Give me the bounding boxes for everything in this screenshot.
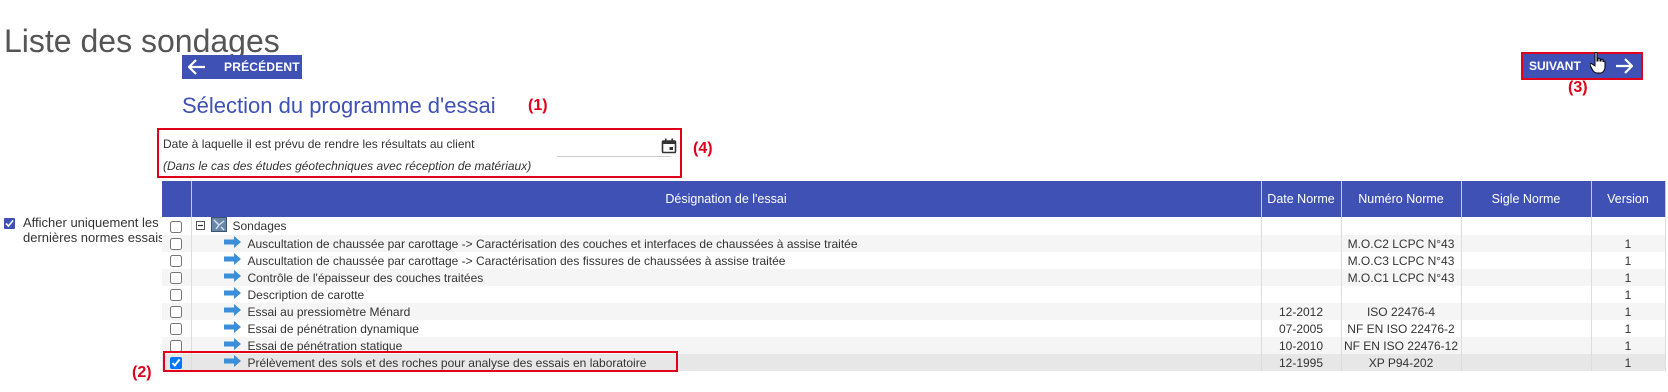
- numero-cell: XP P94-202: [1341, 354, 1462, 371]
- arrow-left-icon: [188, 59, 206, 75]
- arrow-right-icon: [223, 338, 242, 353]
- sigle-cell: [1461, 252, 1592, 269]
- arrow-right-icon: [223, 355, 242, 370]
- date-cell: 12-2012: [1261, 303, 1342, 320]
- root-label: Sondages: [232, 219, 287, 233]
- version-cell: 1: [1591, 269, 1666, 286]
- version-cell: 1: [1591, 303, 1666, 320]
- row-checkbox[interactable]: [170, 255, 183, 268]
- row-checkbox[interactable]: [170, 323, 183, 336]
- version-cell: 1: [1591, 337, 1666, 354]
- designation-cell: Auscultation de chaussée par carottage -…: [247, 253, 786, 268]
- sigle-cell: [1461, 320, 1592, 337]
- row-checkbox[interactable]: [170, 289, 183, 302]
- calendar-icon[interactable]: [661, 138, 677, 159]
- column-header-numero[interactable]: Numéro Norme: [1341, 181, 1462, 217]
- version-cell: 1: [1591, 354, 1666, 371]
- designation-cell: Auscultation de chaussée par carottage -…: [247, 236, 858, 251]
- delivery-date-box: Date à laquelle il est prévu de rendre l…: [157, 128, 682, 178]
- column-header-version[interactable]: Version: [1591, 181, 1666, 217]
- delivery-date-input[interactable]: [557, 134, 671, 157]
- sigle-cell: [1461, 354, 1592, 371]
- numero-cell: NF EN ISO 22476-12: [1341, 337, 1462, 354]
- arrow-right-icon: [1615, 58, 1633, 74]
- table-row[interactable]: Auscultation de chaussée par carottage -…: [162, 235, 1666, 252]
- version-cell: 1: [1591, 320, 1666, 337]
- designation-cell: Essai de pénétration dynamique: [247, 321, 419, 336]
- date-cell: 10-2010: [1261, 337, 1342, 354]
- arrow-right-icon: [223, 287, 242, 302]
- numero-cell: [1341, 286, 1462, 303]
- table-header-row: Désignation de l'essai Date Norme Numéro…: [162, 181, 1666, 217]
- column-header-designation[interactable]: Désignation de l'essai: [191, 181, 1262, 217]
- version-cell: 1: [1591, 252, 1666, 269]
- table-row[interactable]: Essai au pressiomètre Ménard 12-2012 ISO…: [162, 303, 1666, 320]
- table-row[interactable]: Contrôle de l'épaisseur des couches trai…: [162, 269, 1666, 286]
- latest-norms-checkbox[interactable]: [4, 218, 15, 229]
- sigle-cell: [1461, 235, 1592, 252]
- date-cell: [1261, 269, 1342, 286]
- date-cell: [1261, 286, 1342, 303]
- version-cell: 1: [1591, 286, 1666, 303]
- latest-norms-label: Afficher uniquement les dernières normes…: [23, 215, 165, 245]
- table-row[interactable]: Essai de pénétration statique 10-2010 NF…: [162, 337, 1666, 354]
- table-row[interactable]: Auscultation de chaussée par carottage -…: [162, 252, 1666, 269]
- row-checkbox[interactable]: [170, 306, 183, 319]
- root-checkbox[interactable]: [170, 220, 183, 233]
- table-row[interactable]: Description de carotte 1: [162, 286, 1666, 303]
- date-cell: [1261, 252, 1342, 269]
- next-button[interactable]: SUIVANT: [1521, 52, 1643, 80]
- row-checkbox[interactable]: [170, 340, 183, 353]
- delivery-date-label: Date à laquelle il est prévu de rendre l…: [163, 137, 475, 151]
- arrow-right-icon: [223, 321, 242, 336]
- callout-2: (2): [132, 364, 152, 381]
- section-title: Sélection du programme d'essai: [182, 93, 496, 118]
- row-checkbox[interactable]: [170, 272, 183, 285]
- sigle-cell: [1461, 286, 1592, 303]
- collapse-icon[interactable]: [195, 219, 205, 233]
- drill-folder-icon: [210, 217, 227, 235]
- previous-button-label: PRÉCÉDENT: [224, 60, 300, 74]
- row-checkbox[interactable]: [170, 357, 183, 370]
- designation-cell: Essai de pénétration statique: [247, 338, 403, 353]
- date-cell: [1261, 235, 1342, 252]
- column-header-sigle[interactable]: Sigle Norme: [1461, 181, 1592, 217]
- column-header-date[interactable]: Date Norme: [1261, 181, 1342, 217]
- tree-root-row[interactable]: Sondages: [162, 217, 1666, 235]
- previous-button[interactable]: PRÉCÉDENT: [182, 55, 302, 79]
- numero-cell: ISO 22476-4: [1341, 303, 1462, 320]
- designation-cell: Essai au pressiomètre Ménard: [247, 304, 411, 319]
- version-cell: 1: [1591, 235, 1666, 252]
- callout-4: (4): [693, 140, 713, 157]
- numero-cell: NF EN ISO 22476-2: [1341, 320, 1462, 337]
- hand-cursor-icon: [1589, 51, 1606, 79]
- callout-1: (1): [528, 97, 548, 114]
- sigle-cell: [1461, 337, 1592, 354]
- test-program-table: Désignation de l'essai Date Norme Numéro…: [162, 181, 1666, 371]
- designation-cell: Prélèvement des sols et des roches pour …: [247, 355, 647, 370]
- numero-cell: M.O.C2 LCPC N°43: [1341, 235, 1462, 252]
- designation-cell: Contrôle de l'épaisseur des couches trai…: [247, 270, 484, 285]
- delivery-date-note: (Dans le cas des études géotechniques av…: [163, 159, 532, 173]
- numero-cell: M.O.C1 LCPC N°43: [1341, 269, 1462, 286]
- column-header-select: [162, 181, 192, 217]
- sigle-cell: [1461, 303, 1592, 320]
- table-row-selected[interactable]: Prélèvement des sols et des roches pour …: [162, 354, 1666, 371]
- arrow-right-icon: [223, 304, 242, 319]
- callout-3: (3): [1568, 79, 1588, 96]
- table-row[interactable]: Essai de pénétration dynamique 07-2005 N…: [162, 320, 1666, 337]
- arrow-right-icon: [223, 253, 242, 268]
- designation-cell: Description de carotte: [247, 287, 365, 302]
- date-cell: 07-2005: [1261, 320, 1342, 337]
- date-cell: 12-1995: [1261, 354, 1342, 371]
- numero-cell: M.O.C3 LCPC N°43: [1341, 252, 1462, 269]
- sigle-cell: [1461, 269, 1592, 286]
- latest-norms-filter: Afficher uniquement les dernières normes…: [4, 215, 168, 245]
- row-checkbox[interactable]: [170, 238, 183, 251]
- arrow-right-icon: [223, 236, 242, 251]
- arrow-right-icon: [223, 270, 242, 285]
